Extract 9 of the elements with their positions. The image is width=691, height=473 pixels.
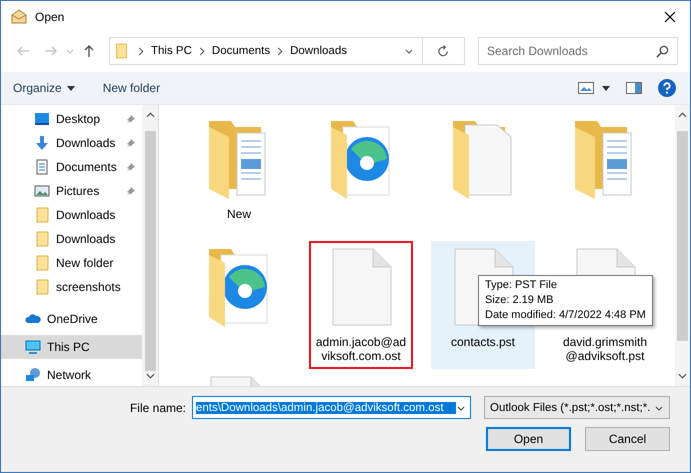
- window-title: Open: [35, 10, 64, 24]
- file-name: david.grimsmith@adviksoft.pst: [562, 335, 648, 363]
- file-name: New: [226, 207, 252, 221]
- file-name: contacts.pst: [450, 335, 516, 349]
- tooltip-line: Date modified: 4/7/2022 4:48 PM: [485, 308, 646, 323]
- file-name: admin.jacob@adviksoft.com.ost: [314, 335, 408, 363]
- tooltip-line: Type: PST File: [485, 278, 558, 293]
- field-label: File name:: [130, 400, 186, 414]
- tooltip-line: Size: 2.19 MB: [485, 293, 554, 308]
